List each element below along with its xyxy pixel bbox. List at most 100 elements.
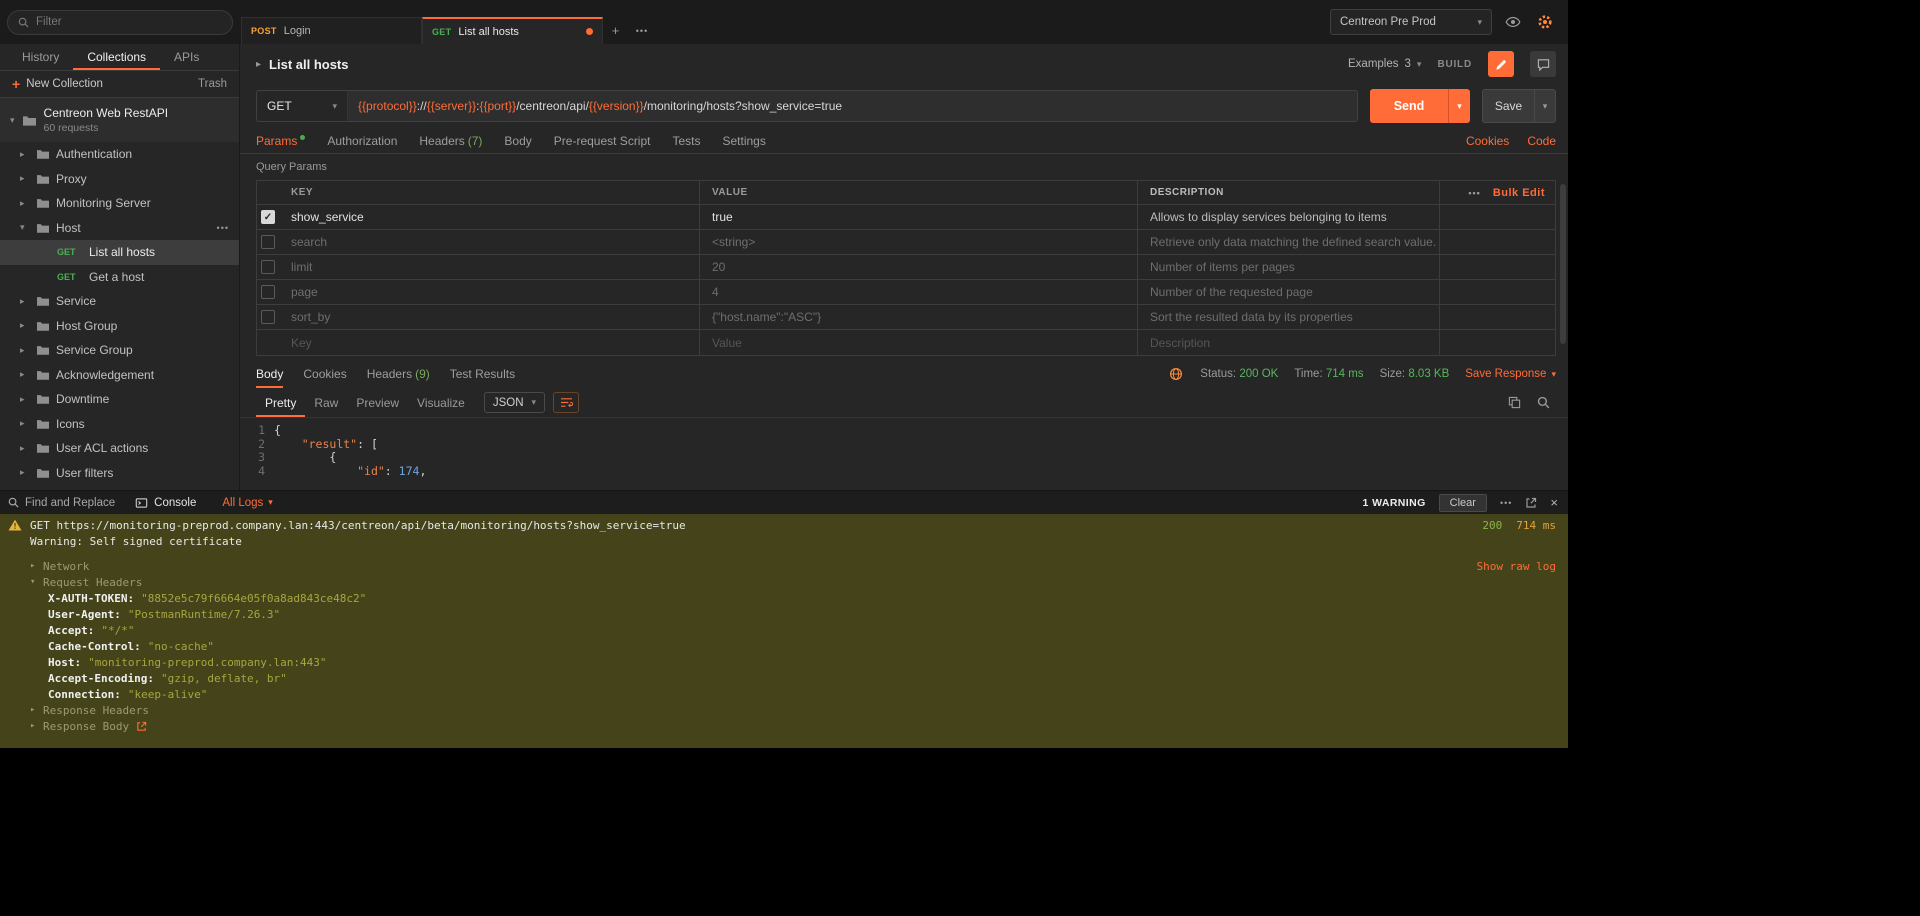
view-tab-visualize[interactable]: Visualize [408,388,474,417]
param-description[interactable]: Sort the resulted data by its properties [1137,305,1439,329]
tab-authorization[interactable]: Authorization [327,134,397,148]
sidebar-item-user-acl-actions[interactable]: ▸ User ACL actions [0,436,239,461]
examples-dropdown[interactable]: Examples 3 ▾ [1348,58,1421,70]
tab-pre-request-script[interactable]: Pre-request Script [554,134,651,148]
sidebar-item-monitoring-server[interactable]: ▸ Monitoring Server [0,191,239,216]
save-response-button[interactable]: Save Response ▾ [1465,368,1556,380]
param-checkbox[interactable] [261,260,275,274]
url-input[interactable]: {{protocol}}://{{server}}:{{port}}/centr… [348,90,1358,122]
new-collection-button[interactable]: New Collection [26,78,103,90]
response-tab-test-results[interactable]: Test Results [450,360,515,388]
environment-selector[interactable]: Centreon Pre Prod ▾ [1330,9,1492,35]
save-button[interactable]: Save [1482,89,1534,123]
open-console-window-button[interactable] [1525,497,1537,509]
tab-apis[interactable]: APIs [160,44,213,70]
param-key-placeholder[interactable]: Key [279,330,699,355]
send-button[interactable]: Send [1370,89,1448,123]
copy-response-button[interactable] [1508,396,1521,409]
param-checkbox[interactable] [261,235,275,249]
param-description[interactable]: Allows to display services belonging to … [1137,205,1439,229]
network-warning-icon[interactable] [1168,366,1184,382]
send-options-button[interactable]: ▾ [1448,89,1470,123]
console-toggle-button[interactable]: Console [135,497,196,509]
param-description[interactable]: Retrieve only data matching the defined … [1137,230,1439,254]
response-body-code[interactable]: { "result": [ { "id": 174, [274,424,426,490]
tab-body[interactable]: Body [504,134,531,148]
method-dropdown[interactable]: GET ▾ [256,90,348,122]
param-description-placeholder[interactable]: Description [1137,330,1439,355]
trash-button[interactable]: Trash [198,78,227,90]
param-description[interactable]: Number of the requested page [1137,280,1439,304]
external-link-icon[interactable] [136,721,147,732]
params-more-button[interactable]: ••• [1468,188,1480,198]
collection-centreon-web-restapi[interactable]: ▾ Centreon Web RestAPI 60 requests [0,98,239,142]
tab-history[interactable]: History [0,44,73,70]
sidebar-item-proxy[interactable]: ▸ Proxy [0,167,239,192]
param-value[interactable]: true [699,205,1137,229]
clear-console-button[interactable]: Clear [1439,494,1487,512]
more-options-icon[interactable]: ••• [217,223,229,233]
tab-headers[interactable]: Headers (7) [419,134,482,148]
scrollbar-thumb[interactable] [1560,184,1566,344]
console-section-response-body[interactable]: ▸ Response Body [0,718,1568,734]
sidebar-item-host[interactable]: ▾ Host ••• [0,216,239,241]
open-new-tab-button[interactable]: + [603,17,629,44]
view-tab-raw[interactable]: Raw [305,388,347,417]
param-value-placeholder[interactable]: Value [699,330,1137,355]
sidebar-filter-input[interactable]: Filter [7,10,233,35]
param-key[interactable]: search [279,230,699,254]
sidebar-item-downtime[interactable]: ▸ Downtime [0,387,239,412]
tab-params[interactable]: Params [256,134,305,148]
request-tab-list-all-hosts[interactable]: GET List all hosts [422,17,603,44]
cookies-link[interactable]: Cookies [1466,134,1509,148]
wrap-text-button[interactable] [553,392,579,413]
comments-button[interactable] [1530,51,1556,77]
param-key[interactable]: sort_by [279,305,699,329]
param-value[interactable]: 20 [699,255,1137,279]
bulk-edit-link[interactable]: Bulk Edit [1493,187,1545,199]
show-raw-log-link[interactable]: Show raw log [1477,560,1568,573]
response-tab-cookies[interactable]: Cookies [303,360,346,388]
param-key[interactable]: limit [279,255,699,279]
param-key[interactable]: show_service [279,205,699,229]
console-section-response-headers[interactable]: ▸ Response Headers [0,702,1568,718]
response-tab-headers[interactable]: Headers (9) [367,360,430,388]
format-dropdown[interactable]: JSON ▾ [484,392,545,413]
sidebar-item-host-group[interactable]: ▸ Host Group [0,314,239,339]
request-tab-login[interactable]: POST Login [241,17,422,44]
view-tab-preview[interactable]: Preview [347,388,408,417]
param-description[interactable]: Number of items per pages [1137,255,1439,279]
log-filter-dropdown[interactable]: All Logs ▾ [222,497,272,509]
param-key[interactable]: page [279,280,699,304]
sidebar-item-icons[interactable]: ▸ Icons [0,412,239,437]
console-section-request-headers[interactable]: ▾ Request Headers [0,574,1568,590]
tab-tests[interactable]: Tests [672,134,700,148]
tab-settings[interactable]: Settings [723,134,766,148]
sidebar-item-authentication[interactable]: ▸ Authentication [0,142,239,167]
sidebar-item-user-filters[interactable]: ▸ User filters [0,461,239,486]
console-section-network[interactable]: ▸ Network Show raw log [0,558,1568,574]
code-link[interactable]: Code [1527,134,1556,148]
param-checkbox[interactable] [261,310,275,324]
environment-quick-look-button[interactable] [1502,11,1524,33]
param-value[interactable]: {"host.name":"ASC"} [699,305,1137,329]
edit-request-button[interactable] [1488,51,1514,77]
sidebar-request-list-all-hosts[interactable]: GET List all hosts [0,240,239,265]
view-tab-pretty[interactable]: Pretty [256,388,305,417]
param-checkbox-checked[interactable]: ✓ [261,210,275,224]
param-value[interactable]: <string> [699,230,1137,254]
settings-button[interactable] [1534,11,1556,33]
sidebar-item-service-group[interactable]: ▸ Service Group [0,338,239,363]
tab-collections[interactable]: Collections [73,44,160,70]
save-options-button[interactable]: ▾ [1534,89,1556,123]
sidebar-request-get-a-host[interactable]: GET Get a host [0,265,239,290]
console-more-button[interactable]: ••• [1500,498,1512,508]
console-request-entry[interactable]: GET https://monitoring-preprod.company.l… [0,517,1568,533]
find-and-replace-button[interactable]: Find and Replace [8,497,115,509]
sidebar-item-service[interactable]: ▸ Service [0,289,239,314]
sidebar-item-acknowledgement[interactable]: ▸ Acknowledgement [0,363,239,388]
close-console-button[interactable]: × [1550,495,1558,510]
response-tab-body[interactable]: Body [256,360,283,388]
param-value[interactable]: 4 [699,280,1137,304]
tab-options-button[interactable]: ••• [629,17,655,44]
